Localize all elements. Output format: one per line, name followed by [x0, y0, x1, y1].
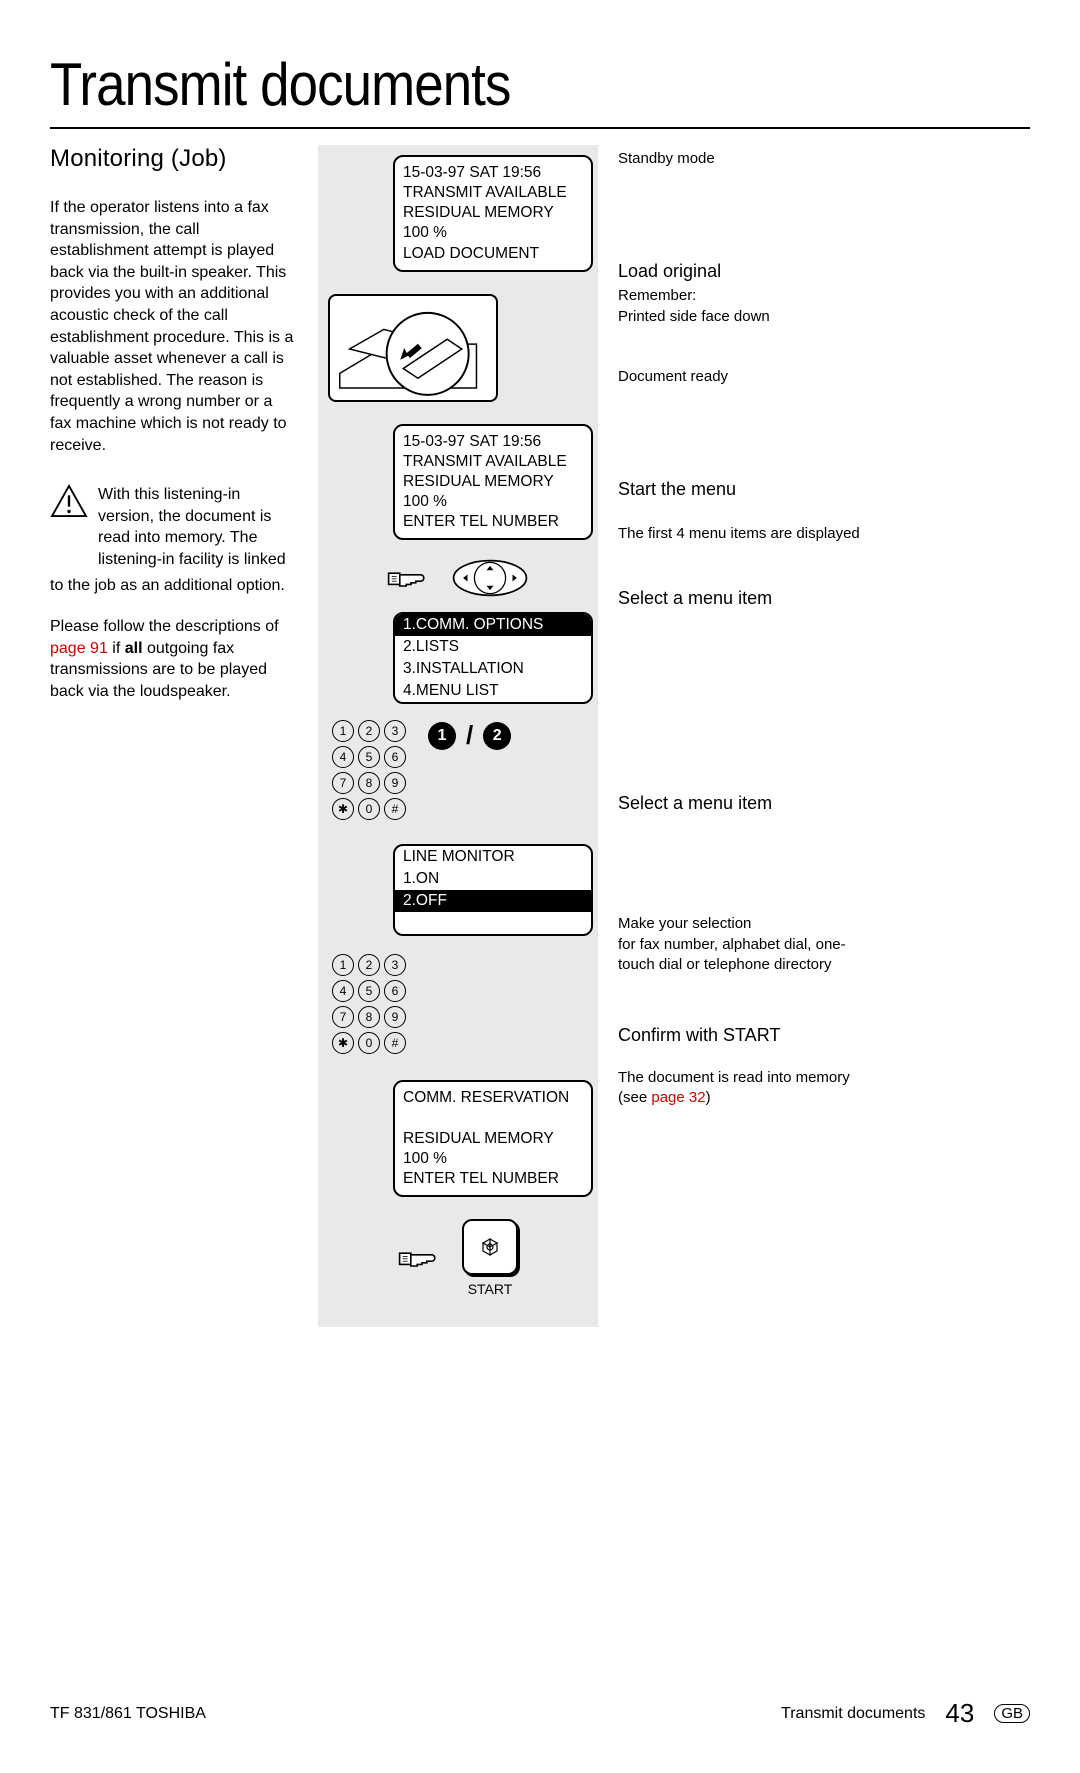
step-confirm-start: Confirm with START [618, 1025, 878, 1046]
step-numbers: 1 / 2 [428, 720, 511, 751]
keypad-1: 123 456 789 ✱0# [332, 720, 406, 820]
lcd-display-3: COMM. RESERVATION RESIDUAL MEMORY 100 %E… [393, 1080, 593, 1197]
lcd-display-2: 15-03-97 SAT 19:56TRANSMIT AVAILABLERESI… [393, 424, 593, 541]
step-select-menu-1: Select a menu item [618, 588, 878, 609]
pointing-hand-icon [387, 562, 435, 594]
page-number: 43 [945, 1698, 974, 1729]
step-select-menu-2: Select a menu item [618, 793, 878, 814]
warning-icon [50, 484, 88, 570]
page-reference-link[interactable]: page 32 [651, 1089, 705, 1106]
lcd-menu-1: 1.COMM. OPTIONS 2.LISTS 3.INSTALLATION 4… [393, 612, 593, 704]
lcd-display-1: 15-03-97 SAT 19:56TRANSMIT AVAILABLERESI… [393, 155, 593, 272]
step-start-menu: Start the menu [618, 479, 878, 500]
pointing-hand-icon [398, 1242, 446, 1274]
note-standby: Standby mode [618, 149, 878, 169]
note-paragraph: Please follow the descriptions of page 9… [50, 616, 298, 702]
warning-continuation: to the job as an additional option. [50, 575, 298, 597]
warning-text: With this listening-in version, the docu… [98, 484, 298, 570]
annotations-column: Standby mode Load original Remember: Pri… [618, 145, 878, 1327]
intro-paragraph: If the operator listens into a fax trans… [50, 197, 298, 456]
page-title: Transmit documents [50, 50, 912, 119]
nav-pad-icon [451, 558, 529, 598]
start-label: START [468, 1281, 513, 1297]
procedure-column: 15-03-97 SAT 19:56TRANSMIT AVAILABLERESI… [318, 145, 598, 1327]
load-original-illustration [328, 294, 498, 402]
start-icon [480, 1237, 500, 1257]
page-reference-link[interactable]: page 91 [50, 640, 108, 657]
step-load-original: Load original [618, 261, 878, 282]
footer: TF 831/861 TOSHIBA Transmit documents 43… [50, 1698, 1030, 1729]
lcd-menu-2: LINE MONITOR 1.ON 2.OFF [393, 844, 593, 936]
keypad-2: 123 456 789 ✱0# [332, 954, 406, 1054]
region-badge: GB [994, 1704, 1030, 1723]
footer-model: TF 831/861 TOSHIBA [50, 1705, 206, 1723]
section-heading: Monitoring (Job) [50, 145, 298, 173]
title-rule [50, 127, 1030, 129]
footer-section: Transmit documents [781, 1705, 925, 1723]
text-column: Monitoring (Job) If the operator listens… [50, 145, 298, 1327]
start-button[interactable] [462, 1219, 518, 1275]
note-document-ready: Document ready [618, 367, 878, 387]
